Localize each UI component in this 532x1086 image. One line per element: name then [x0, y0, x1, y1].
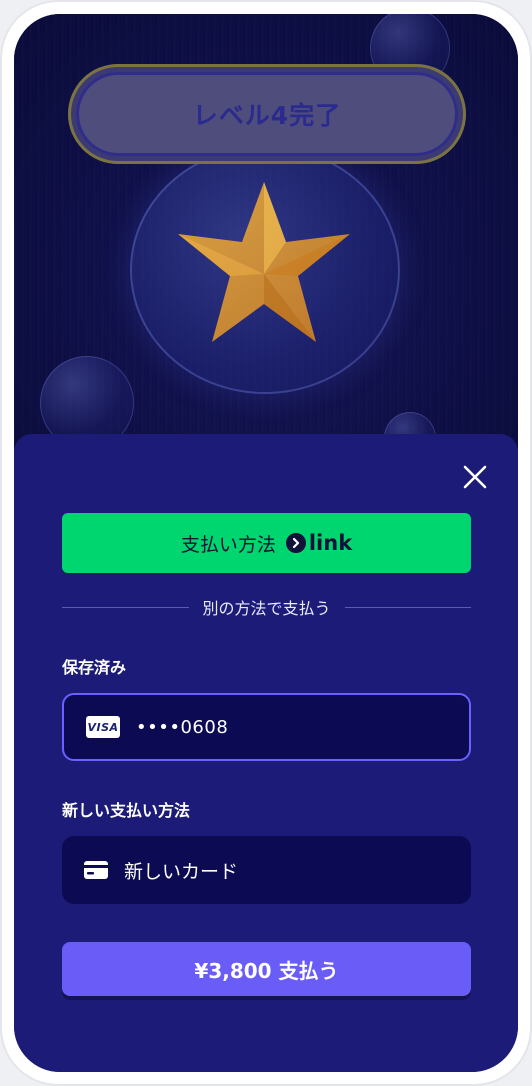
level-complete-banner: レベル4完了 [68, 64, 466, 164]
saved-card-option[interactable]: VISA ••••0608 [62, 693, 471, 761]
link-button-label: 支払い方法 [180, 533, 276, 556]
link-arrow-icon [285, 533, 306, 553]
phone-frame: レベル4完了 支払い方法 link 別の方法で支払う 保存済み VISA •••… [0, 0, 532, 1086]
level-complete-text: レベル4完了 [192, 101, 342, 130]
visa-icon: VISA [86, 716, 120, 738]
or-divider: 別の方法で支払う [62, 594, 472, 620]
star-icon [178, 182, 350, 342]
new-card-label: 新しいカード [124, 860, 239, 883]
link-brand-text: link [308, 531, 353, 555]
close-button[interactable] [458, 460, 492, 494]
pay-with-link-button[interactable]: 支払い方法 link [62, 513, 471, 573]
link-brand: link [285, 531, 353, 555]
credit-card-icon [84, 861, 108, 879]
saved-section-title: 保存済み [62, 658, 127, 677]
app-screen: レベル4完了 支払い方法 link 別の方法で支払う 保存済み VISA •••… [14, 14, 518, 1072]
game-background: レベル4完了 [14, 14, 518, 464]
close-icon [463, 465, 487, 489]
new-method-section-title: 新しい支払い方法 [62, 801, 191, 820]
divider-line [62, 606, 189, 608]
masked-card-number: ••••0608 [136, 716, 229, 738]
divider-text: 別の方法で支払う [202, 599, 331, 618]
new-card-option[interactable]: 新しいカード [62, 836, 471, 904]
divider-line [344, 606, 472, 608]
pay-button[interactable]: ¥3,800 支払う [62, 942, 471, 996]
